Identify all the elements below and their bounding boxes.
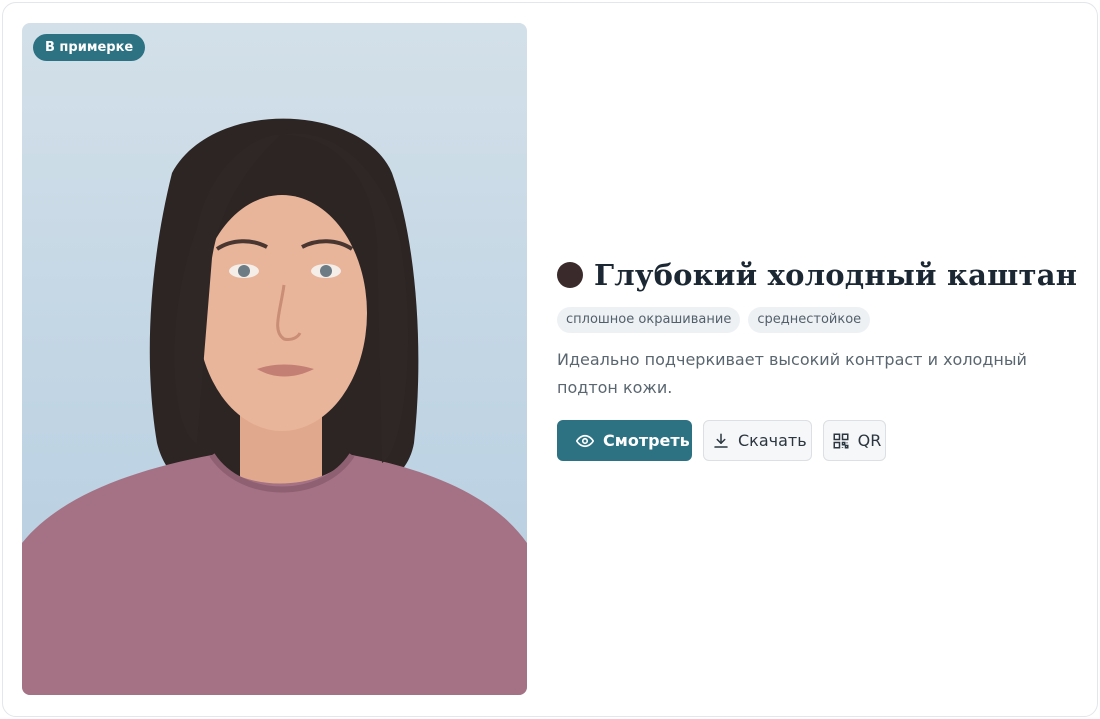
tag-list: сплошное окрашивание среднестойкое [557,307,1077,333]
download-icon [712,432,730,450]
shade-info: Глубокий холодный каштан сплошное окраши… [557,258,1077,461]
tag-durability: среднестойкое [748,307,871,333]
shade-title: Глубокий холодный каштан [594,258,1078,292]
qr-label: QR [857,431,882,450]
tag-technique: сплошное окрашивание [557,307,741,333]
eye-icon [576,432,594,450]
try-on-photo [22,23,527,695]
qr-button[interactable]: QR [822,420,887,461]
try-on-badge: В примерке [33,34,146,61]
shade-description: Идеально подчеркивает высокий контраст и… [557,350,1027,397]
action-bar: Смотреть Скачать QR [557,420,1077,461]
portrait-illustration [22,118,527,695]
download-button[interactable]: Скачать [703,420,812,461]
download-label: Скачать [738,431,807,450]
title-row: Глубокий холодный каштан [557,258,1077,292]
view-button[interactable]: Смотреть [557,420,692,461]
view-label: Смотреть [603,431,690,450]
color-swatch [557,262,583,288]
qr-code-icon [832,432,850,450]
